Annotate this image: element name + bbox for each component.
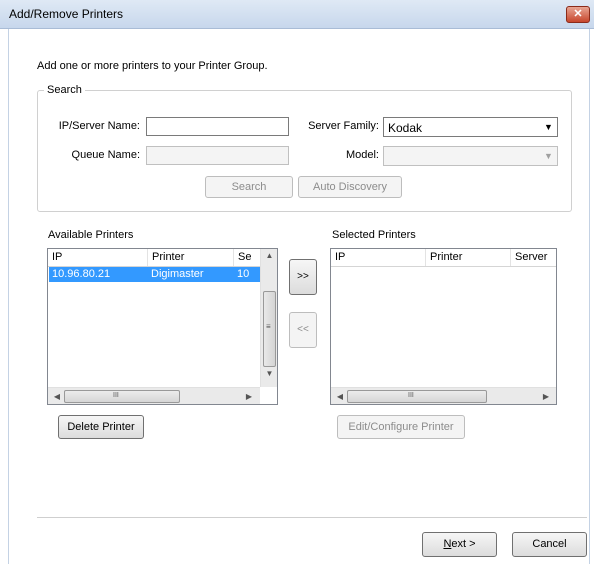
available-printers-label: Available Printers xyxy=(48,229,134,241)
row-printer: Digimaster xyxy=(151,268,204,280)
next-label: ext > xyxy=(451,538,476,550)
ip-server-label: IP/Server Name: xyxy=(58,120,140,132)
available-printers-list[interactable]: IP Printer Se 10.96.80.21 Digimaster 10 … xyxy=(47,248,278,405)
server-family-value: Kodak xyxy=(388,121,423,135)
title-bar: Add/Remove Printers ✕ xyxy=(0,0,594,29)
chevron-down-icon: ▼ xyxy=(544,122,553,132)
grip-icon: ≡ xyxy=(266,322,271,331)
grip-icon: III xyxy=(408,392,414,399)
scroll-thumb[interactable]: ≡ xyxy=(263,291,276,367)
close-icon: ✕ xyxy=(573,8,583,20)
server-family-select[interactable]: Kodak ▼ xyxy=(383,117,558,137)
row-ip: 10.96.80.21 xyxy=(52,268,111,280)
scroll-right-icon[interactable]: ▶ xyxy=(244,392,254,401)
remove-from-selected-button[interactable]: << xyxy=(289,312,317,348)
queue-name-label: Queue Name: xyxy=(71,149,140,161)
model-label: Model: xyxy=(345,149,379,161)
close-button[interactable]: ✕ xyxy=(566,6,590,23)
ip-server-input[interactable] xyxy=(146,117,289,136)
selected-printers-label: Selected Printers xyxy=(332,229,416,241)
cancel-button[interactable]: Cancel xyxy=(512,532,587,557)
scroll-thumb[interactable]: III xyxy=(64,390,180,403)
add-to-selected-button[interactable]: >> xyxy=(289,259,317,295)
selected-printers-list[interactable]: IP Printer Server ◀ III ▶ xyxy=(330,248,557,405)
search-group-legend: Search xyxy=(44,84,85,96)
column-header-printer[interactable]: Printer xyxy=(426,249,511,266)
column-header-server[interactable]: Server xyxy=(511,249,556,266)
edit-configure-printer-button[interactable]: Edit/Configure Printer xyxy=(337,415,465,439)
scroll-left-icon[interactable]: ◀ xyxy=(52,392,62,401)
intro-text: Add one or more printers to your Printer… xyxy=(37,60,268,72)
column-header-server[interactable]: Se xyxy=(234,249,260,266)
server-family-label: Server Family: xyxy=(308,120,379,132)
scroll-left-icon[interactable]: ◀ xyxy=(335,392,345,401)
grip-icon: III xyxy=(113,392,119,399)
scroll-thumb[interactable]: III xyxy=(347,390,487,403)
available-horizontal-scrollbar[interactable]: ◀ III ▶ xyxy=(48,387,260,404)
scroll-up-icon[interactable]: ▲ xyxy=(261,251,277,260)
row-server: 10 xyxy=(237,268,250,280)
table-row[interactable]: 10.96.80.21 Digimaster 10 xyxy=(49,267,260,282)
column-header-ip[interactable]: IP xyxy=(331,249,426,266)
queue-name-input[interactable] xyxy=(146,146,289,165)
model-select[interactable]: ▼ xyxy=(383,146,558,166)
auto-discovery-button[interactable]: Auto Discovery xyxy=(298,176,402,198)
column-header-printer[interactable]: Printer xyxy=(148,249,234,266)
window-title: Add/Remove Printers xyxy=(9,7,124,21)
delete-printer-button[interactable]: Delete Printer xyxy=(58,415,144,439)
scroll-right-icon[interactable]: ▶ xyxy=(541,392,551,401)
available-vertical-scrollbar[interactable]: ▲ ≡ ▼ xyxy=(260,249,277,387)
available-list-header: IP Printer Se xyxy=(48,249,277,267)
footer-divider xyxy=(37,517,587,518)
scroll-down-icon[interactable]: ▼ xyxy=(261,369,277,378)
next-button[interactable]: Next > xyxy=(422,532,497,557)
selected-list-header: IP Printer Server xyxy=(331,249,556,267)
chevron-down-icon: ▼ xyxy=(544,151,553,161)
selected-horizontal-scrollbar[interactable]: ◀ III ▶ xyxy=(331,387,556,404)
column-header-ip[interactable]: IP xyxy=(48,249,148,266)
search-button[interactable]: Search xyxy=(205,176,293,198)
